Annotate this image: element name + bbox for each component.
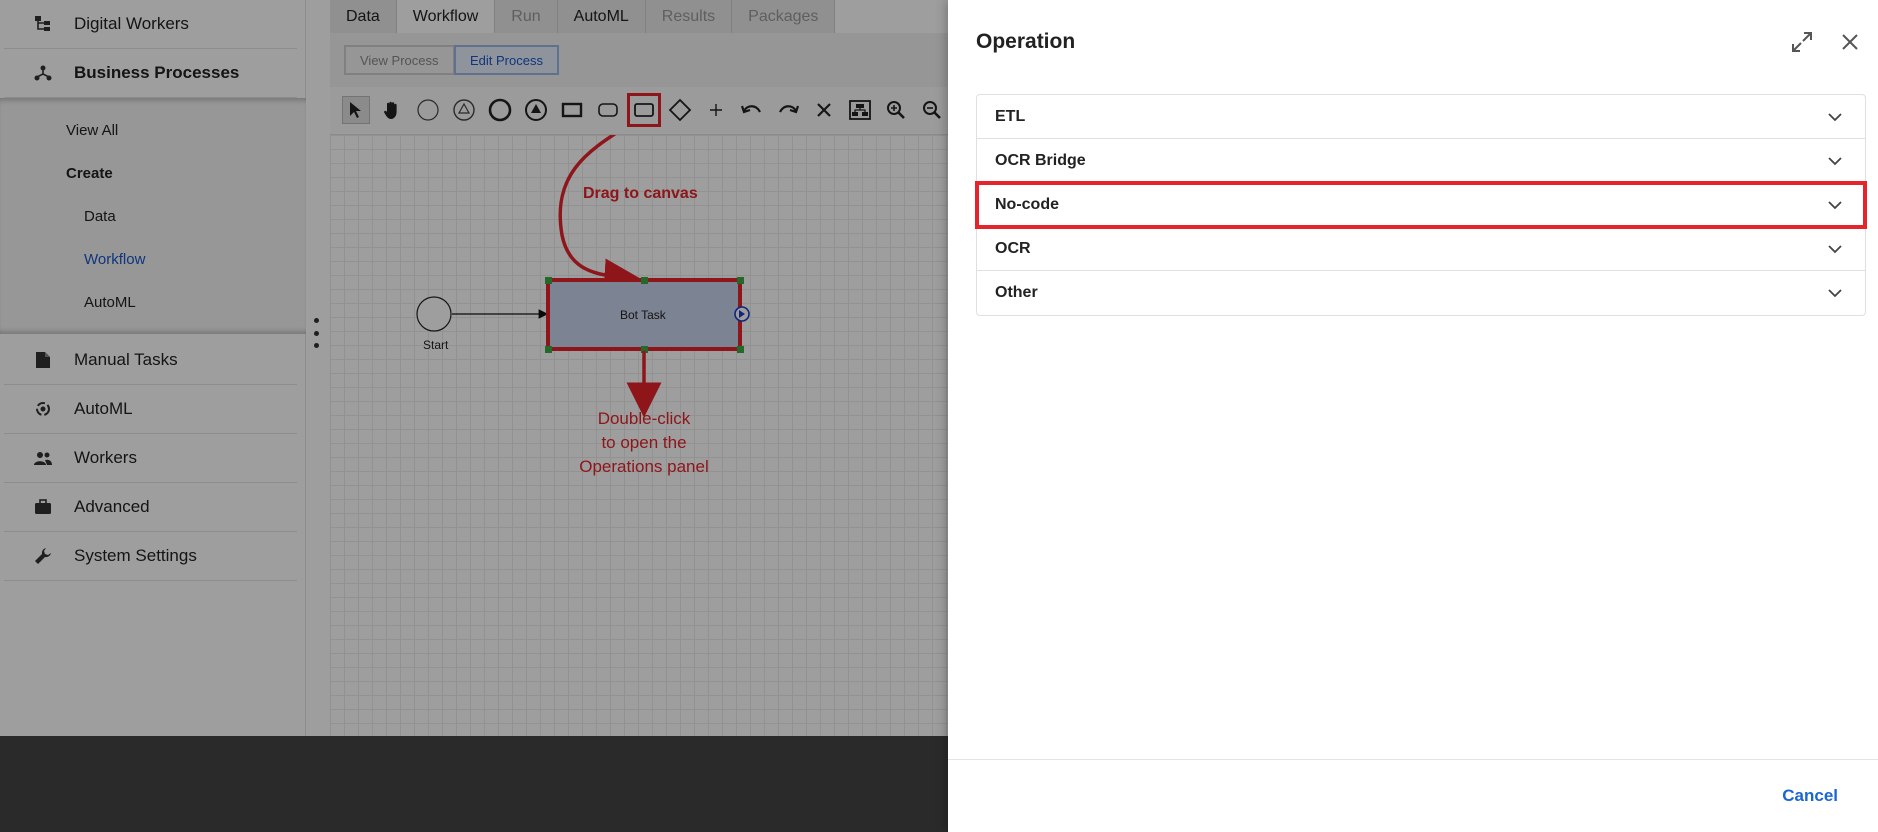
chevron-down-icon bbox=[1828, 113, 1842, 122]
operation-item-ocr-bridge[interactable]: OCR Bridge bbox=[977, 139, 1865, 183]
page-footer bbox=[0, 736, 948, 832]
dialog-title: Operation bbox=[976, 30, 1076, 53]
operation-label: OCR bbox=[995, 239, 1031, 257]
operation-item-ocr[interactable]: OCR bbox=[977, 227, 1865, 271]
operation-item-no-code[interactable]: No-code bbox=[975, 181, 1867, 229]
chevron-down-icon bbox=[1828, 201, 1842, 210]
operation-item-etl[interactable]: ETL bbox=[977, 95, 1865, 139]
expand-icon[interactable] bbox=[1788, 28, 1816, 56]
dialog-footer: Cancel bbox=[948, 759, 1878, 832]
modal-backdrop[interactable] bbox=[0, 0, 948, 736]
operation-dialog: Operation ETL OCR Bridge No-code OCR Oth… bbox=[948, 0, 1878, 832]
operation-item-other[interactable]: Other bbox=[977, 271, 1865, 315]
operation-label: No-code bbox=[995, 195, 1059, 213]
chevron-down-icon bbox=[1828, 157, 1842, 166]
operation-label: OCR Bridge bbox=[995, 151, 1086, 169]
chevron-down-icon bbox=[1828, 245, 1842, 254]
cancel-button[interactable]: Cancel bbox=[1782, 786, 1838, 806]
operation-label: ETL bbox=[995, 107, 1026, 125]
operation-label: Other bbox=[995, 284, 1038, 301]
chevron-down-icon bbox=[1828, 289, 1842, 298]
operation-list: ETL OCR Bridge No-code OCR Other bbox=[975, 94, 1867, 316]
close-icon[interactable] bbox=[1836, 28, 1864, 56]
